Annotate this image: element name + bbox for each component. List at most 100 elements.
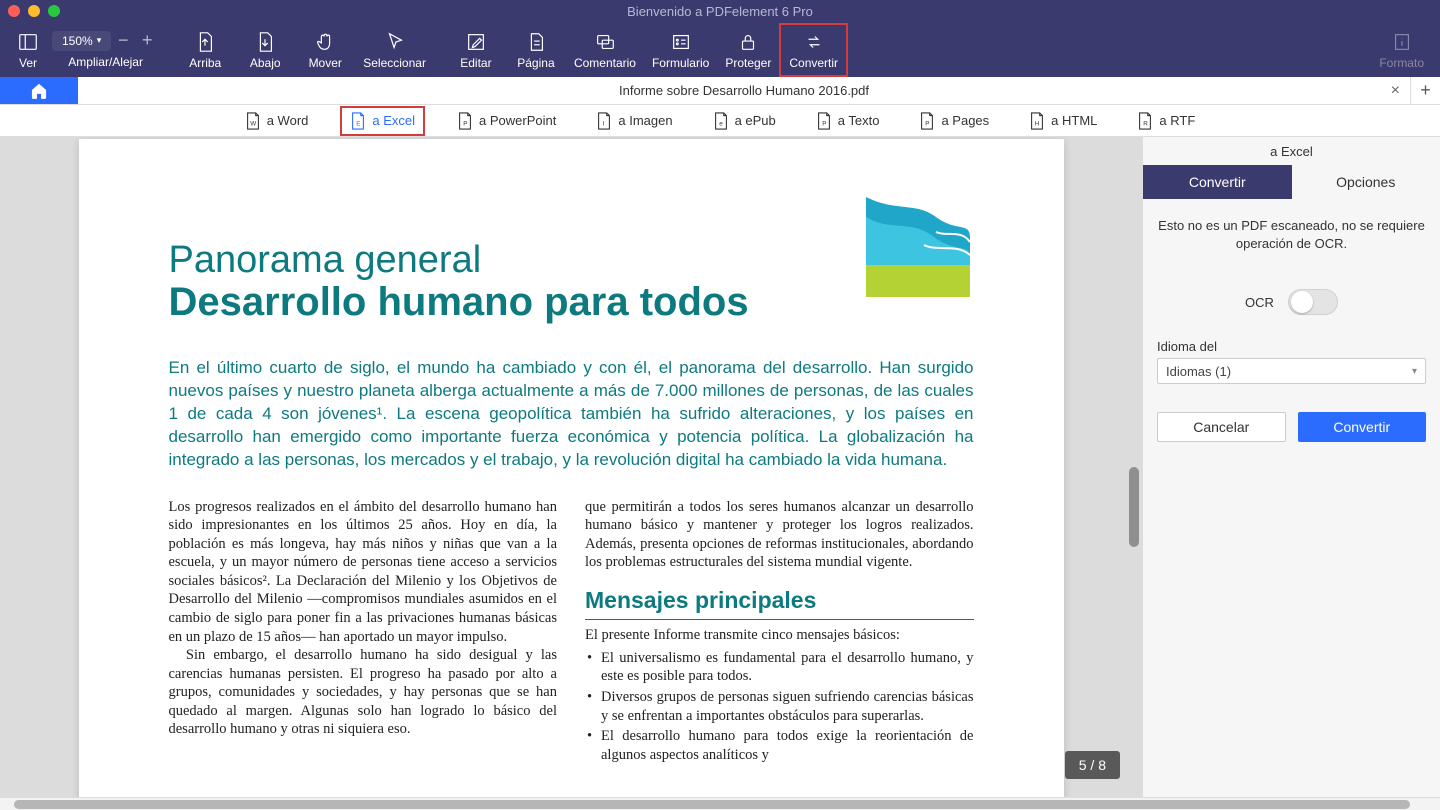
doc-intro: En el último cuarto de siglo, el mundo h… bbox=[169, 357, 974, 472]
list-item: Diversos grupos de personas siguen sufri… bbox=[585, 688, 974, 725]
convert-icon bbox=[803, 31, 825, 53]
svg-text:R: R bbox=[1144, 120, 1149, 127]
app-title: Bienvenido a PDFelement 6 Pro bbox=[627, 4, 813, 19]
zoom-out-button[interactable]: − bbox=[111, 30, 135, 51]
page-button[interactable]: Página bbox=[506, 22, 566, 77]
protect-button[interactable]: Proteger bbox=[717, 22, 779, 77]
chevron-down-icon: ▾ bbox=[97, 35, 102, 46]
tab-strip: Informe sobre Desarrollo Humano 2016.pdf… bbox=[0, 77, 1440, 105]
format-word[interactable]: W a Word bbox=[237, 108, 317, 134]
convert-action-button[interactable]: Convertir bbox=[1298, 412, 1427, 442]
close-tab-button[interactable]: × bbox=[1391, 82, 1400, 100]
edit-button[interactable]: Editar bbox=[446, 22, 506, 77]
page-up-icon bbox=[194, 31, 216, 53]
maximize-window-button[interactable] bbox=[48, 5, 60, 17]
chevron-down-icon: ▾ bbox=[1412, 366, 1417, 377]
doc-heading-2: Desarrollo humano para todos bbox=[169, 280, 974, 325]
format-powerpoint[interactable]: P a PowerPoint bbox=[449, 108, 564, 134]
scrollbar-thumb[interactable] bbox=[14, 800, 1410, 809]
window-controls bbox=[8, 5, 60, 17]
format-button[interactable]: Formato bbox=[1371, 22, 1432, 77]
format-excel[interactable]: E a Excel bbox=[340, 106, 425, 136]
home-tab[interactable] bbox=[0, 77, 78, 104]
comment-button[interactable]: Comentario bbox=[566, 22, 644, 77]
doc-icon: e bbox=[713, 112, 729, 130]
convert-panel: a Excel Convertir Opciones Esto no es un… bbox=[1142, 137, 1440, 797]
doc-icon: P bbox=[457, 112, 473, 130]
convert-button[interactable]: Convertir bbox=[779, 23, 848, 77]
page-down-button[interactable]: Abajo bbox=[235, 22, 295, 77]
format-text[interactable]: P a Texto bbox=[808, 108, 888, 134]
svg-text:P: P bbox=[822, 120, 826, 127]
workspace: Panorama general Desarrollo humano para … bbox=[0, 137, 1440, 797]
format-rtf[interactable]: R a RTF bbox=[1129, 108, 1203, 134]
page-icon bbox=[525, 31, 547, 53]
select-tool-button[interactable]: Seleccionar bbox=[355, 22, 434, 77]
horizontal-scrollbar[interactable] bbox=[0, 797, 1440, 810]
svg-text:E: E bbox=[357, 120, 361, 127]
doc-column-right: que permitirán a todos los seres humanos… bbox=[585, 498, 974, 766]
ocr-toggle[interactable] bbox=[1288, 289, 1338, 315]
panel-tab-options[interactable]: Opciones bbox=[1292, 165, 1440, 199]
format-strip: W a Word E a Excel P a PowerPoint I a Im… bbox=[0, 105, 1440, 137]
list-item: El universalismo es fundamental para el … bbox=[585, 649, 974, 686]
doc-column-left: Los progresos realizados en el ámbito de… bbox=[169, 498, 558, 766]
page-down-icon bbox=[254, 31, 276, 53]
move-tool-button[interactable]: Mover bbox=[295, 22, 355, 77]
lock-icon bbox=[737, 31, 759, 53]
form-icon bbox=[670, 31, 692, 53]
document-tab[interactable]: Informe sobre Desarrollo Humano 2016.pdf… bbox=[78, 77, 1410, 104]
close-window-button[interactable] bbox=[8, 5, 20, 17]
panel-title: a Excel bbox=[1143, 137, 1440, 165]
cancel-button[interactable]: Cancelar bbox=[1157, 412, 1286, 442]
document-area[interactable]: Panorama general Desarrollo humano para … bbox=[0, 137, 1142, 797]
svg-text:H: H bbox=[1035, 120, 1040, 127]
minimize-window-button[interactable] bbox=[28, 5, 40, 17]
edit-icon bbox=[465, 31, 487, 53]
zoom-in-button[interactable]: + bbox=[135, 30, 159, 51]
info-icon bbox=[1391, 31, 1413, 53]
vertical-scrollbar[interactable] bbox=[1128, 137, 1140, 797]
doc-icon: P bbox=[816, 112, 832, 130]
panel-tab-convert[interactable]: Convertir bbox=[1143, 165, 1292, 199]
list-item: El desarrollo humano para todos exige la… bbox=[585, 727, 974, 764]
format-html[interactable]: H a HTML bbox=[1021, 108, 1105, 134]
new-tab-button[interactable]: + bbox=[1410, 77, 1440, 104]
doc-icon: P bbox=[919, 112, 935, 130]
doc-icon: I bbox=[596, 112, 612, 130]
ocr-message: Esto no es un PDF escaneado, no se requi… bbox=[1157, 217, 1426, 253]
svg-text:e: e bbox=[719, 120, 723, 127]
language-label: Idioma del bbox=[1157, 339, 1426, 354]
toggle-knob bbox=[1291, 291, 1313, 313]
doc-bullet-list: El universalismo es fundamental para el … bbox=[585, 649, 974, 764]
sidebar-icon bbox=[17, 31, 39, 53]
doc-subheading: Mensajes principales bbox=[585, 586, 974, 620]
svg-text:P: P bbox=[926, 120, 930, 127]
titlebar: Bienvenido a PDFelement 6 Pro bbox=[0, 0, 1440, 22]
format-pages[interactable]: P a Pages bbox=[911, 108, 997, 134]
hand-icon bbox=[314, 31, 336, 53]
page-up-button[interactable]: Arriba bbox=[175, 22, 235, 77]
form-button[interactable]: Formulario bbox=[644, 22, 717, 77]
report-logo bbox=[866, 197, 970, 297]
view-button[interactable]: Ver bbox=[8, 22, 48, 77]
comment-icon bbox=[594, 31, 616, 53]
format-image[interactable]: I a Imagen bbox=[588, 108, 680, 134]
ocr-label: OCR bbox=[1245, 295, 1274, 310]
scrollbar-thumb[interactable] bbox=[1129, 467, 1139, 547]
format-epub[interactable]: e a ePub bbox=[705, 108, 784, 134]
doc-icon: R bbox=[1137, 112, 1153, 130]
cursor-icon bbox=[384, 31, 406, 53]
zoom-select[interactable]: 150% ▾ bbox=[52, 31, 111, 51]
pdf-page: Panorama general Desarrollo humano para … bbox=[79, 139, 1064, 797]
doc-icon: E bbox=[350, 112, 366, 130]
language-select[interactable]: Idiomas (1) ▾ bbox=[1157, 358, 1426, 384]
doc-icon: H bbox=[1029, 112, 1045, 130]
doc-icon: W bbox=[245, 112, 261, 130]
page-counter: 5 / 8 bbox=[1065, 751, 1120, 779]
doc-heading-1: Panorama general bbox=[169, 239, 974, 282]
svg-text:I: I bbox=[603, 120, 605, 127]
svg-text:W: W bbox=[250, 120, 256, 127]
home-icon bbox=[29, 81, 49, 101]
svg-text:P: P bbox=[463, 120, 467, 127]
